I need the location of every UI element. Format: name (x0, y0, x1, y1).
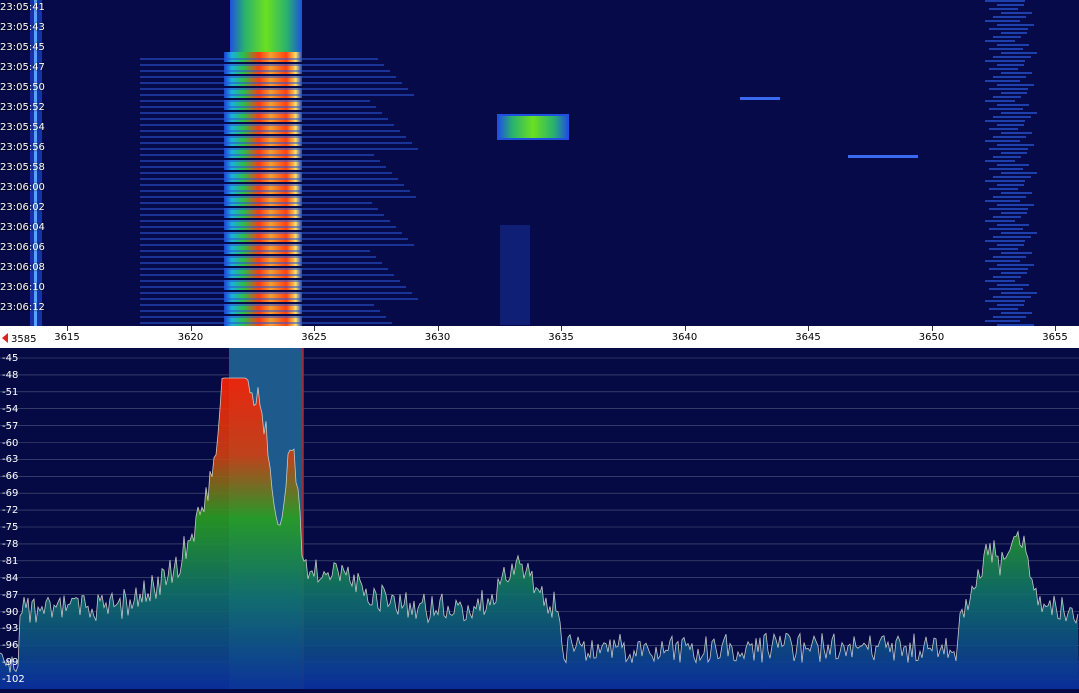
timestamp-label: 23:05:50 (0, 82, 45, 93)
db-label: -51 (2, 386, 19, 398)
frequency-label: 3640 (671, 332, 698, 343)
timestamp-label: 23:05:58 (0, 162, 45, 173)
db-label: -63 (2, 454, 19, 466)
db-label: -69 (2, 488, 19, 500)
db-label: -60 (2, 437, 19, 449)
db-label: -78 (2, 538, 19, 550)
frequency-start-label: 3585 (11, 334, 37, 345)
db-label: -90 (2, 606, 19, 618)
frequency-label: 3615 (54, 332, 80, 343)
db-label: -57 (2, 420, 19, 432)
frequency-label: 3635 (548, 332, 574, 343)
timestamp-label: 23:05:47 (0, 62, 45, 73)
db-label: -99 (2, 657, 19, 669)
frequency-label: 3655 (1042, 332, 1068, 343)
timestamp-label: 23:06:12 (0, 302, 45, 313)
db-label: -54 (2, 403, 19, 415)
db-label: -66 (2, 471, 19, 483)
timestamp-label: 23:06:04 (0, 222, 45, 233)
timestamp-label: 23:06:02 (0, 202, 45, 213)
frequency-label: 3650 (918, 332, 945, 343)
db-label: -72 (2, 505, 19, 517)
frequency-tick (808, 326, 809, 331)
db-label: -96 (2, 640, 19, 652)
frequency-tick (314, 326, 315, 331)
db-label: -102 (2, 674, 25, 686)
frequency-tick (931, 326, 933, 331)
frequency-label: 3630 (424, 332, 451, 343)
spectrum-graphic (0, 348, 1079, 689)
scroll-left-arrow-icon[interactable] (2, 333, 8, 343)
waterfall-display[interactable]: 23:05:41 23:05:43 23:05:45 23:05:47 23:05:50… (0, 0, 1079, 326)
frequency-tick (437, 326, 439, 331)
timestamp-label: 23:06:08 (0, 262, 45, 273)
db-label: -87 (2, 589, 19, 601)
db-label: -93 (2, 623, 19, 635)
frequency-tick (684, 326, 686, 331)
frequency-tick (1055, 326, 1056, 331)
timestamp-label: 23:05:54 (0, 122, 45, 133)
timestamp-label: 23:06:10 (0, 282, 45, 293)
db-label: -81 (2, 555, 19, 567)
spectrum-display[interactable]: -45 -48 -51 -54 -57 -60 -63 -66 -69 -72 -75 -78 -81 -… (0, 348, 1079, 689)
timestamp-label: 23:05:56 (0, 142, 45, 153)
db-label: -84 (2, 572, 19, 584)
timestamp-label: 23:05:45 (0, 42, 45, 53)
frequency-tick (561, 326, 562, 331)
db-label: -45 (2, 353, 19, 364)
timestamp-label: 23:06:00 (0, 182, 45, 193)
frequency-label: 3625 (301, 332, 327, 343)
frequency-tick (67, 326, 68, 331)
frequency-label: 3645 (795, 332, 821, 343)
db-label: -48 (2, 369, 19, 381)
db-label: -75 (2, 522, 19, 533)
frequency-tick (190, 326, 192, 331)
timestamp-label: 23:05:52 (0, 102, 45, 113)
waterfall-graphic (0, 0, 1079, 326)
timestamp-label: 23:05:43 (0, 22, 45, 33)
frequency-scale[interactable]: 3585 3615 3620 3625 3630 3635 3640 3645 3650 365… (0, 326, 1079, 348)
frequency-label: 3620 (177, 332, 204, 343)
timestamp-label: 23:06:06 (0, 242, 45, 253)
timestamp-label: 23:05:41 (0, 2, 45, 13)
